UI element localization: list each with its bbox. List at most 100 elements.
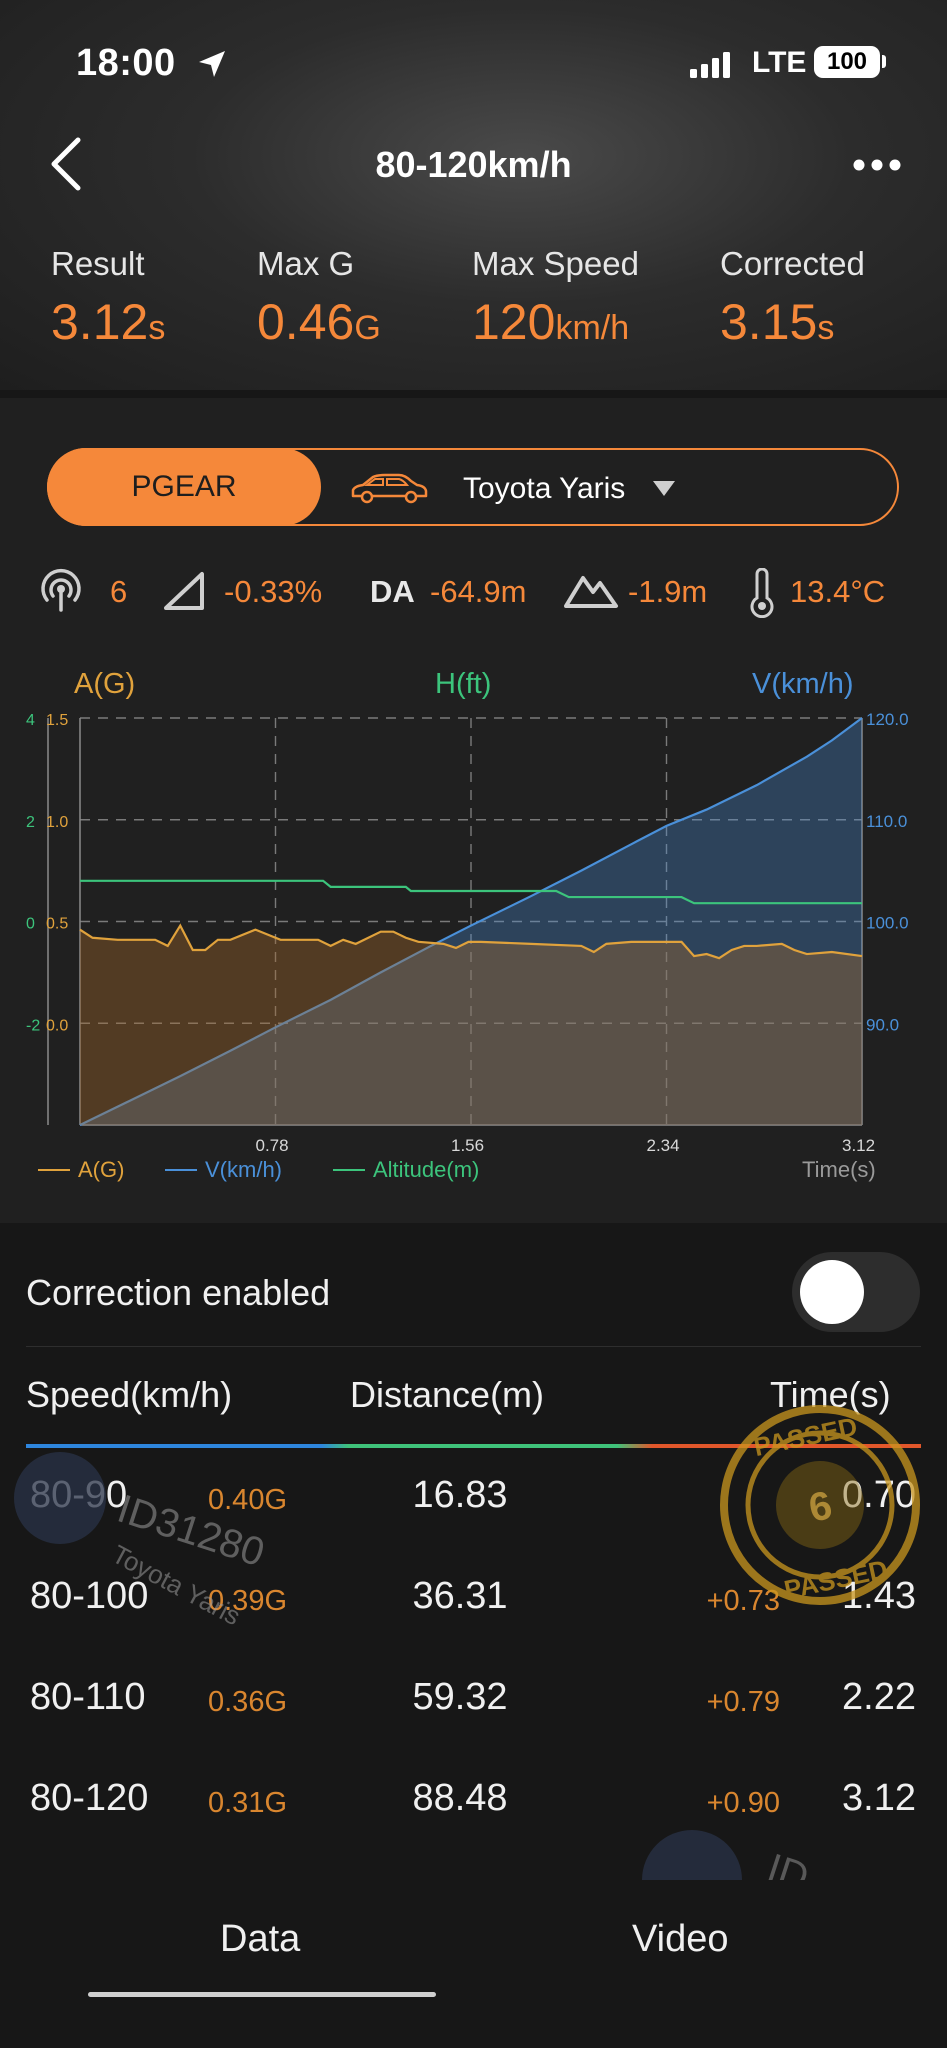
metric-value: 0.46G (257, 293, 381, 351)
row-delta: +0.79 (706, 1686, 780, 1718)
satellite-count: 6 (110, 574, 128, 609)
tick-label-speed: 120.0 (866, 710, 909, 729)
header-time: Time(s) (770, 1374, 891, 1415)
gps-signal-icon (41, 569, 81, 612)
metric-max-g: Max G 0.46G (257, 245, 381, 351)
legend-label: V(km/h) (205, 1157, 282, 1182)
table-row[interactable]: 80-120 0.31G 88.48 +0.90 3.12 (0, 1753, 947, 1853)
tick-label-accel: 0.0 (46, 1017, 68, 1034)
header-hero: 18:00 LTE 100 80-120km/h Result 3.12s Ma… (0, 0, 947, 390)
legend-label: A(G) (78, 1157, 124, 1182)
metric-label: Result (51, 245, 145, 282)
bottom-tab-bar: Data Video (0, 1880, 947, 2048)
tab-data[interactable]: Data (220, 1918, 300, 1961)
caret-down-icon[interactable] (651, 478, 677, 498)
metric-number: 120 (472, 294, 556, 350)
row-time: 2.22 (842, 1676, 916, 1718)
accel-area (80, 925, 862, 1125)
row-speed: 80-100 (30, 1575, 149, 1617)
row-distance: 88.48 (412, 1777, 508, 1819)
correction-label: Correction enabled (26, 1272, 331, 1313)
car-icon (351, 473, 428, 504)
active-tab-indicator (88, 1992, 436, 1997)
density-altitude-value: -64.9m (430, 574, 527, 609)
correction-row: Correction enabled (0, 1238, 947, 1348)
tick-label-speed: 110.0 (866, 812, 907, 831)
row-distance: 36.31 (412, 1575, 508, 1617)
metric-label: Corrected (720, 245, 865, 282)
row-g: 0.36G (208, 1686, 287, 1718)
metric-unit: km/h (555, 309, 630, 347)
thermometer-icon (750, 568, 774, 618)
x-axis-title: Time(s) (802, 1157, 876, 1182)
row-g: 0.31G (208, 1787, 287, 1819)
metric-unit: G (354, 309, 381, 347)
table-row[interactable]: 80-100 0.39G 36.31 +0.73 1.43 (0, 1551, 947, 1651)
x-tick-label: 3.12 (842, 1136, 875, 1155)
row-g: 0.40G (208, 1484, 287, 1516)
mode-selector: PGEAR Toyota Yaris (47, 448, 899, 526)
tick-label-accel: 0.5 (46, 916, 68, 933)
metric-value: 3.15s (720, 293, 865, 351)
row-time: 3.12 (842, 1777, 916, 1819)
tick-label-speed: 100.0 (866, 914, 909, 933)
performance-chart: A(G) H(ft) V(km/h) 4 2 0 -2 1.5 1.0 0.5 0.0 120.… (0, 648, 947, 1208)
temperature-value: 13.4°C (790, 574, 886, 609)
car-select[interactable]: Toyota Yaris (463, 472, 625, 506)
row-delta: +0.73 (706, 1585, 780, 1617)
table-row[interactable]: 80-90 0.40G 16.83 0.70 (0, 1450, 947, 1550)
slope-value: -0.33% (224, 574, 323, 609)
metric-result: Result 3.12s (51, 245, 165, 351)
tick-label-accel: 1.0 (46, 814, 68, 831)
legend-label: Altitude(m) (373, 1157, 479, 1182)
page-title: 80-120km/h (375, 144, 572, 185)
row-speed: 80-120 (30, 1777, 149, 1819)
altitude-value: -1.9m (628, 574, 708, 609)
metric-number: 3.15 (720, 294, 818, 350)
environment-readouts: 6 -0.33% DA -64.9m -1.9m 13.4°C (0, 564, 947, 624)
density-altitude-label: DA (370, 574, 415, 609)
tick-label-speed: 90.0 (866, 1015, 899, 1034)
tick-label-accel: 1.5 (46, 712, 68, 729)
row-g: 0.39G (208, 1585, 287, 1617)
row-speed: 80-90 (30, 1474, 128, 1516)
status-bar: 18:00 LTE 100 (0, 38, 947, 88)
metric-number: 0.46 (257, 294, 355, 350)
metric-unit: s (148, 309, 166, 347)
x-tick-label: 1.56 (451, 1136, 484, 1155)
nav-bar: 80-120km/h (0, 130, 947, 200)
correction-toggle[interactable] (792, 1252, 920, 1332)
row-delta: +0.90 (706, 1787, 780, 1819)
table-row[interactable]: 80-110 0.36G 59.32 +0.79 2.22 (0, 1652, 947, 1752)
battery-tip (882, 55, 886, 68)
row-time: 1.43 (842, 1575, 916, 1617)
row-speed: 80-110 (30, 1676, 146, 1718)
divider (26, 1346, 921, 1347)
location-arrow-icon (199, 51, 225, 77)
chart-canvas: 4 2 0 -2 1.5 1.0 0.5 0.0 120.0 110.0 100.0 90.0 0.78… (26, 710, 909, 1182)
table-header: Speed(km/h) Distance(m) Time(s) (0, 1374, 947, 1444)
header-speed: Speed(km/h) (26, 1374, 233, 1415)
run-card: PGEAR Toyota Yaris 6 -0.33% DA -64.9m -1… (0, 398, 947, 1223)
tick-label-height: 0 (26, 916, 35, 933)
row-distance: 16.83 (412, 1474, 508, 1516)
header-underline (26, 1444, 921, 1448)
metric-label: Max G (257, 245, 355, 282)
tab-video[interactable]: Video (632, 1918, 729, 1961)
metric-corrected: Corrected 3.15s (720, 245, 865, 351)
metric-label: Max Speed (472, 245, 639, 282)
tick-label-height: 4 (26, 712, 35, 729)
tab-pgear[interactable]: PGEAR (47, 448, 321, 526)
metric-unit: s (817, 309, 835, 347)
cellular-signal-icon (690, 52, 730, 78)
row-time: 0.70 (842, 1474, 916, 1516)
x-tick-label: 2.34 (647, 1136, 680, 1155)
slope-icon (164, 572, 204, 610)
metric-number: 3.12 (51, 294, 149, 350)
tick-label-height: -2 (26, 1017, 40, 1034)
header-distance: Distance(m) (350, 1374, 545, 1415)
row-distance: 59.32 (412, 1676, 508, 1718)
more-options-icon[interactable] (852, 158, 902, 172)
network-type: LTE (752, 46, 807, 79)
metric-value: 120km/h (472, 293, 639, 351)
